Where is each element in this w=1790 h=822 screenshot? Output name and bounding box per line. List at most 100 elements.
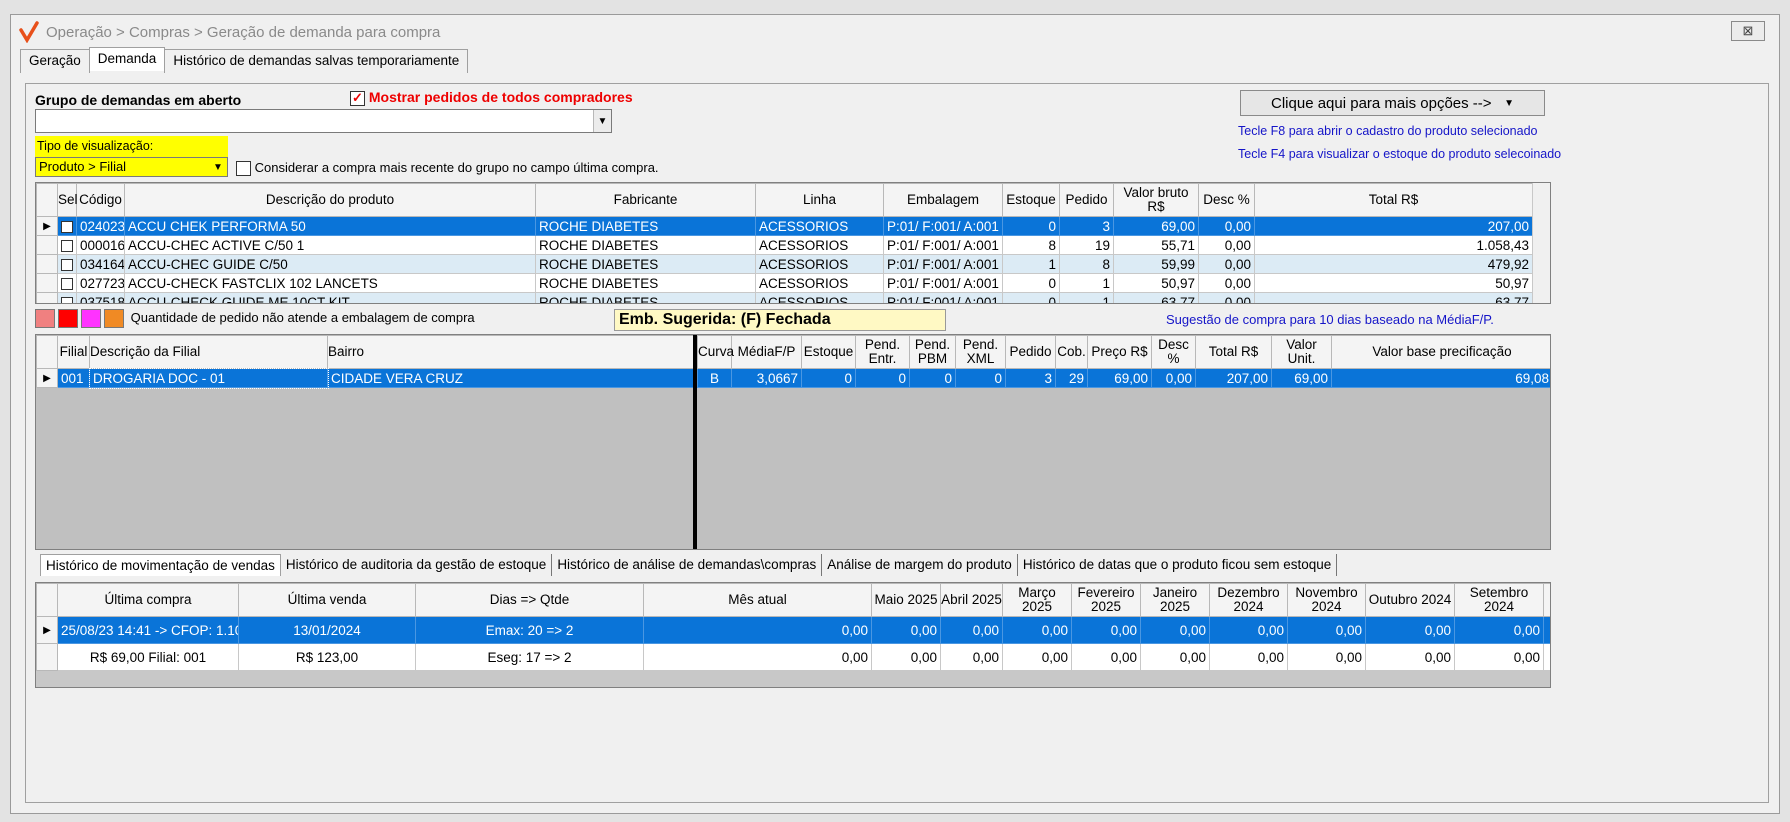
products-col-header[interactable]: Valor bruto R$ (1113, 183, 1199, 217)
products-col-header[interactable]: Pedido (1059, 183, 1114, 217)
history-cell: 0,00 (1543, 616, 1550, 644)
history-col-header[interactable]: Março 2025 (1002, 583, 1072, 617)
filial-col-header[interactable]: MédiaF/P (731, 335, 802, 369)
history-col-header[interactable]: Outubro 2024 (1365, 583, 1455, 617)
history-col-header[interactable]: Janeiro 2025 (1140, 583, 1210, 617)
products-col-header[interactable]: Embalagem (883, 183, 1003, 217)
mais-opcoes-button[interactable]: Clique aqui para mais opções --> ▼ (1240, 90, 1545, 116)
history-cell: 0,00 (1543, 643, 1550, 671)
product-row[interactable]: 027723 ACCU-CHECK FASTCLIX 102 LANCETS ROC… (36, 273, 1533, 293)
filial-col-header[interactable]: Desc % (1151, 335, 1196, 369)
filial-col-header[interactable]: Valor base precificação (1331, 335, 1550, 369)
history-col-header[interactable]: Maio 2025 (871, 583, 941, 617)
product-row[interactable]: 000016 ACCU-CHEC ACTIVE C/50 1 ROCHE DIABE… (36, 235, 1533, 255)
history-col-header[interactable]: Novembro 2024 (1287, 583, 1366, 617)
mostrar-pedidos-checkbox[interactable]: ✓ Mostrar pedidos de todos compradores (350, 89, 633, 106)
select-checkbox[interactable] (57, 273, 77, 293)
product-cell: ROCHE DIABETES (535, 273, 756, 293)
history-col-header[interactable]: Dias => Qtde (415, 583, 644, 617)
filial-col-header[interactable]: Descrição da Filial (89, 335, 328, 369)
checkbox-icon (61, 296, 73, 303)
filial-col-header[interactable]: Curva (697, 335, 734, 369)
legend-swatch-pink (35, 309, 55, 329)
sugestao-text: Sugestão de compra para 10 dias baseado … (1166, 312, 1494, 327)
filial-col-header[interactable]: Cob. (1055, 335, 1088, 369)
filial-col-header[interactable]: Bairro (327, 335, 694, 369)
tab-demanda[interactable]: Demanda (88, 47, 166, 71)
product-row[interactable]: 037518 ACCU-CHECK GUIDE ME 10CT KIT ROCHE … (36, 292, 1533, 303)
products-col-header[interactable]: Fabricante (535, 183, 756, 217)
filial-cell: DROGARIA DOC - 01 (88, 367, 329, 389)
title-bar: Operação > Compras > Geração de demanda … (11, 15, 1779, 49)
products-col-header[interactable]: Código (76, 183, 125, 217)
history-col-header[interactable]: Dezembro 2024 (1209, 583, 1288, 617)
history-col-header[interactable]: Abril 2025 (940, 583, 1003, 617)
history-col-header[interactable]: Setembro 2024 (1454, 583, 1544, 617)
history-cell: 0,00 (643, 616, 872, 644)
bottom-tab[interactable]: Histórico de movimentação de vendas (40, 554, 281, 576)
filial-cell: 0 (909, 368, 956, 388)
grupo-combo[interactable]: ▼ (35, 109, 612, 133)
products-col-header[interactable]: Descrição do produto (124, 183, 536, 217)
history-col-header[interactable]: Última venda (238, 583, 416, 617)
tab-geracao[interactable]: Geração (20, 49, 90, 73)
history-cell: 13/01/2024 (238, 616, 416, 644)
bottom-tab[interactable]: Histórico de análise de demandas\compras (552, 554, 823, 576)
history-col-header[interactable]: Agosto 2024 (1543, 583, 1550, 617)
filial-col-header[interactable]: Total R$ (1195, 335, 1272, 369)
tab-historico-demandas[interactable]: Histórico de demandas salvas temporariam… (164, 49, 469, 73)
product-cell: 0 (1002, 216, 1060, 236)
product-row[interactable]: 034164 ACCU-CHEC GUIDE C/50 ROCHE DIABETES… (36, 254, 1533, 274)
products-col-header[interactable]: Total R$ (1254, 183, 1533, 217)
filial-cell: 3 (1005, 368, 1056, 388)
products-col-header[interactable]: Linha (755, 183, 884, 217)
filial-col-header[interactable]: Pedido (1005, 335, 1056, 369)
history-cell: 0,00 (1287, 616, 1366, 644)
filial-col-header[interactable]: Pend. XML (955, 335, 1006, 369)
checkbox-icon (61, 277, 73, 290)
checkbox-checked-icon: ✓ (350, 90, 365, 106)
products-col-header[interactable]: Desc % (1198, 183, 1255, 217)
products-col-header[interactable]: Sel (57, 183, 78, 217)
filial-col-header[interactable]: Preço R$ (1087, 335, 1152, 369)
considerar-checkbox[interactable]: Considerar a compra mais recente do grup… (236, 160, 659, 177)
history-row[interactable]: R$ 69,00 Filial: 001 R$ 123,00 Eseg: 17 =>… (36, 643, 1550, 671)
filial-col-header[interactable]: Filial (57, 335, 90, 369)
products-col-header[interactable]: Estoque (1002, 183, 1060, 217)
product-cell: ROCHE DIABETES (535, 235, 756, 255)
bottom-tab[interactable]: Histórico de auditoria da gestão de esto… (281, 554, 553, 576)
product-row[interactable]: ▶ 024023 ACCU CHEK PERFORMA 50 ROCHE DIABET… (36, 216, 1533, 236)
row-indicator (36, 254, 58, 274)
tipo-combo[interactable]: Produto > Filial ▼ (35, 157, 228, 177)
product-cell: 0 (1002, 273, 1060, 293)
demanda-panel: Grupo de demandas em aberto ✓ Mostrar pe… (25, 83, 1769, 803)
product-cell: 0,00 (1198, 216, 1255, 236)
select-checkbox[interactable] (57, 216, 77, 236)
filial-col-header[interactable]: Pend. Entr. (855, 335, 910, 369)
bottom-tab[interactable]: Análise de margem do produto (822, 554, 1018, 576)
bottom-tab[interactable]: Histórico de datas que o produto ficou s… (1018, 554, 1338, 576)
select-checkbox[interactable] (57, 292, 77, 303)
window-title: Operação > Compras > Geração de demanda … (46, 23, 441, 41)
history-cell: 0,00 (1209, 643, 1288, 671)
history-col-header[interactable]: Mês atual (643, 583, 872, 617)
history-col-header[interactable]: Fevereiro 2025 (1071, 583, 1141, 617)
select-checkbox[interactable] (57, 235, 77, 255)
tipo-label: Tipo de visualização: (35, 136, 228, 158)
product-cell: 50,97 (1113, 273, 1199, 293)
product-cell: 8 (1002, 235, 1060, 255)
close-button[interactable]: ⊠ (1731, 21, 1765, 41)
history-row[interactable]: ▶ 25/08/23 14:41 -> CFOP: 1.102 13/01/2024… (36, 616, 1550, 644)
product-cell: ACESSORIOS (755, 235, 884, 255)
filial-col-header[interactable]: Valor Unit. (1271, 335, 1332, 369)
products-scrollbar[interactable] (1532, 183, 1550, 303)
filial-col-header[interactable]: Estoque (801, 335, 856, 369)
history-col-header[interactable]: Última compra (57, 583, 239, 617)
select-checkbox[interactable] (57, 254, 77, 274)
filial-col-header[interactable]: Pend. PBM (909, 335, 956, 369)
row-indicator (36, 235, 58, 255)
history-cell: 0,00 (940, 643, 1003, 671)
filial-cell: 0,00 (1151, 368, 1196, 388)
product-cell: 024023 (76, 216, 125, 236)
filial-cell: 207,00 (1195, 368, 1272, 388)
